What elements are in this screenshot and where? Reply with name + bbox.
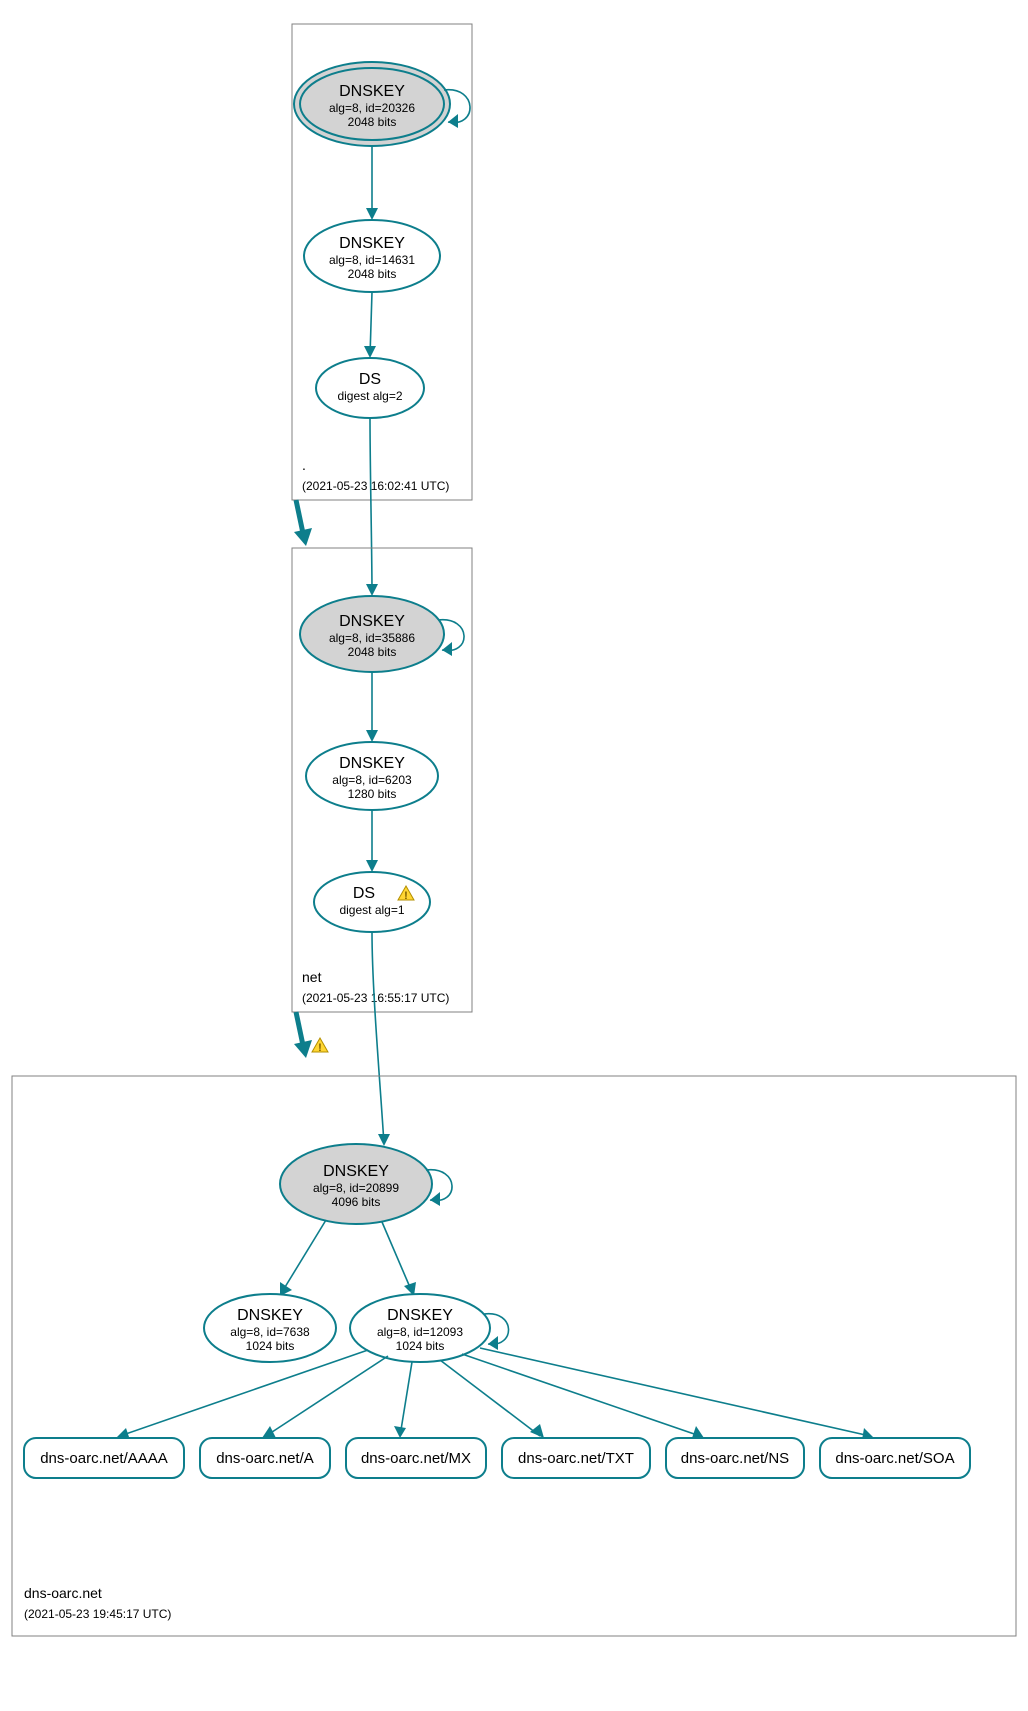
rrset-soa-label: dns-oarc.net/SOA (835, 1450, 954, 1467)
node-net-zsk-l3: 1280 bits (348, 787, 397, 801)
arrow-net-ksk-self (442, 642, 452, 656)
edge-root-ds-net-ksk (370, 418, 372, 594)
rrset-a-label: dns-oarc.net/A (216, 1450, 314, 1467)
arrow-oarc-ksk-self (430, 1192, 440, 1206)
rrset-mx-label: dns-oarc.net/MX (361, 1450, 471, 1467)
edge-zsk2-ns (462, 1354, 700, 1436)
rrset-soa[interactable]: dns-oarc.net/SOA (820, 1438, 970, 1478)
rrset-txt-label: dns-oarc.net/TXT (518, 1450, 634, 1467)
rrset-txt[interactable]: dns-oarc.net/TXT (502, 1438, 650, 1478)
arrow-net-ksk-zsk (366, 730, 378, 742)
arrow-root-ksk-self (448, 114, 458, 128)
node-oarc-zsk1-l2: alg=8, id=7638 (230, 1325, 310, 1339)
edge-zsk2-soa (480, 1348, 870, 1436)
zone-ts-root: (2021-05-23 16:02:41 UTC) (302, 479, 449, 493)
node-net-zsk-l2: alg=8, id=6203 (332, 773, 412, 787)
svg-text:!: ! (404, 890, 408, 902)
node-net-ksk[interactable]: DNSKEY alg=8, id=35886 2048 bits (300, 596, 444, 672)
edge-oarc-ksk-zsk2 (382, 1222, 412, 1292)
edge-net-ds-oarc-ksk (372, 932, 384, 1144)
rrset-a[interactable]: dns-oarc.net/A (200, 1438, 330, 1478)
node-root-ds[interactable]: DS digest alg=2 (316, 358, 424, 418)
edge-oarc-ksk-zsk1 (282, 1220, 326, 1292)
node-net-ksk-l3: 2048 bits (348, 645, 397, 659)
edge-zsk2-a (266, 1356, 388, 1436)
node-net-ds[interactable]: DS digest alg=1 ! (314, 872, 430, 932)
arrow-zsk2-ns (692, 1426, 704, 1438)
edge-zsk2-txt (440, 1360, 540, 1436)
zone-name-oarc: dns-oarc.net (24, 1585, 102, 1601)
node-root-ds-l2: digest alg=2 (337, 389, 402, 403)
arrow-root-zsk-ds (364, 346, 376, 358)
node-oarc-zsk2-title: DNSKEY (387, 1307, 453, 1324)
node-oarc-zsk2[interactable]: DNSKEY alg=8, id=12093 1024 bits (350, 1294, 490, 1362)
rrset-aaaa[interactable]: dns-oarc.net/AAAA (24, 1438, 184, 1478)
edge-zsk2-mx (400, 1362, 412, 1436)
node-oarc-ksk-l2: alg=8, id=20899 (313, 1181, 399, 1195)
rrset-mx[interactable]: dns-oarc.net/MX (346, 1438, 486, 1478)
svg-text:!: ! (318, 1042, 322, 1054)
node-root-zsk[interactable]: DNSKEY alg=8, id=14631 2048 bits (304, 220, 440, 292)
node-root-ds-title: DS (359, 371, 381, 388)
arrow-zsk2-mx (394, 1426, 406, 1438)
zone-ts-net: (2021-05-23 16:55:17 UTC) (302, 991, 449, 1005)
node-root-ksk-l3: 2048 bits (348, 115, 397, 129)
node-oarc-zsk1-l3: 1024 bits (246, 1339, 295, 1353)
zone-name-root: . (302, 457, 306, 473)
node-root-zsk-l3: 2048 bits (348, 267, 397, 281)
node-net-ksk-title: DNSKEY (339, 613, 405, 630)
rrset-ns[interactable]: dns-oarc.net/NS (666, 1438, 804, 1478)
node-oarc-zsk1[interactable]: DNSKEY alg=8, id=7638 1024 bits (204, 1294, 336, 1362)
arrow-net-ds-oarc-ksk (378, 1134, 390, 1146)
node-root-ksk-title: DNSKEY (339, 83, 405, 100)
arrow-delegation-net-oarc (294, 1040, 312, 1058)
node-root-ksk-l2: alg=8, id=20326 (329, 101, 415, 115)
node-net-ksk-l2: alg=8, id=35886 (329, 631, 415, 645)
node-oarc-ksk-l3: 4096 bits (332, 1195, 381, 1209)
rrset-aaaa-label: dns-oarc.net/AAAA (40, 1450, 168, 1467)
zone-ts-oarc: (2021-05-23 19:45:17 UTC) (24, 1607, 171, 1621)
node-net-ds-l2: digest alg=1 (339, 903, 404, 917)
node-net-zsk[interactable]: DNSKEY alg=8, id=6203 1280 bits (306, 742, 438, 810)
node-net-ds-title: DS (353, 885, 375, 902)
rrset-ns-label: dns-oarc.net/NS (681, 1450, 789, 1467)
arrow-zsk2-a (262, 1426, 276, 1438)
warning-icon: ! (312, 1038, 328, 1054)
node-oarc-ksk[interactable]: DNSKEY alg=8, id=20899 4096 bits (280, 1144, 432, 1224)
node-root-zsk-l2: alg=8, id=14631 (329, 253, 415, 267)
arrow-root-ksk-zsk (366, 208, 378, 220)
arrow-delegation-root-net (294, 528, 312, 546)
node-oarc-zsk2-l2: alg=8, id=12093 (377, 1325, 463, 1339)
node-net-zsk-title: DNSKEY (339, 755, 405, 772)
node-root-ksk[interactable]: DNSKEY alg=8, id=20326 2048 bits (294, 62, 450, 146)
arrow-zsk2-txt (530, 1424, 544, 1438)
arrow-net-zsk-ds (366, 860, 378, 872)
arrow-root-ds-net-ksk (366, 584, 378, 596)
node-oarc-zsk1-title: DNSKEY (237, 1307, 303, 1324)
zone-name-net: net (302, 969, 322, 985)
node-oarc-zsk2-l3: 1024 bits (396, 1339, 445, 1353)
arrow-oarc-zsk2-self (488, 1336, 498, 1350)
node-root-zsk-title: DNSKEY (339, 235, 405, 252)
node-oarc-ksk-title: DNSKEY (323, 1163, 389, 1180)
